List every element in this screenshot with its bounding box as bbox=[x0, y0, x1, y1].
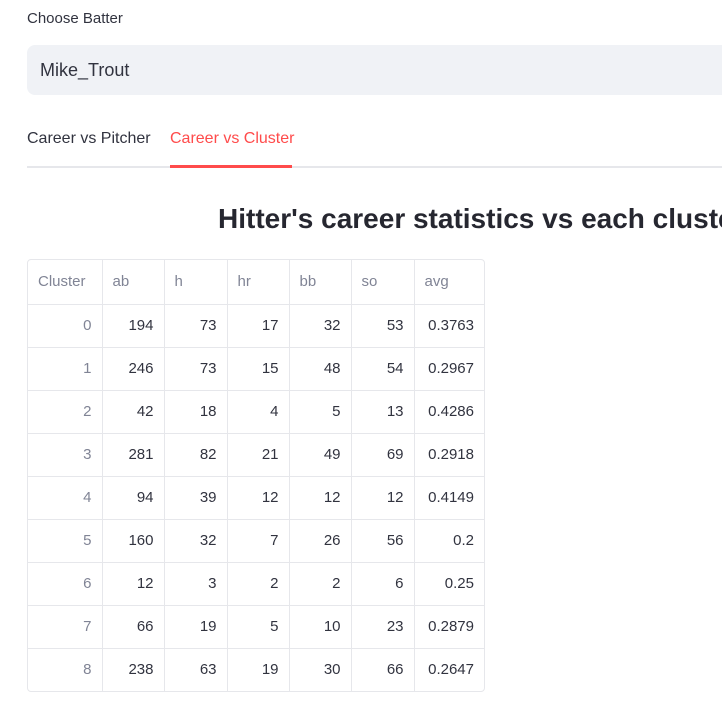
cell-so[interactable]: 54 bbox=[351, 347, 415, 391]
batter-select-label: Choose Batter bbox=[27, 10, 123, 27]
stats-table[interactable]: Cluster ab h hr bb so avg 0 194 73 17 32 53 0.… bbox=[27, 259, 485, 692]
cell-so[interactable]: 13 bbox=[351, 390, 415, 434]
cell-bb[interactable]: 12 bbox=[289, 476, 352, 520]
cell-ab[interactable]: 42 bbox=[102, 390, 165, 434]
table-row: 5 160 32 7 26 56 0.2 bbox=[28, 519, 484, 563]
cell-bb[interactable]: 10 bbox=[289, 605, 352, 649]
cell-bb[interactable]: 49 bbox=[289, 433, 352, 477]
tab-bar-divider bbox=[27, 166, 722, 168]
cell-h[interactable]: 73 bbox=[164, 347, 228, 391]
active-tab-indicator bbox=[170, 165, 292, 168]
cell-hr[interactable]: 21 bbox=[227, 433, 290, 477]
cell-hr[interactable]: 2 bbox=[227, 562, 290, 606]
cell-hr[interactable]: 5 bbox=[227, 605, 290, 649]
page-heading: Hitter's career statistics vs each clust… bbox=[218, 203, 722, 234]
column-header-cluster[interactable]: Cluster bbox=[28, 260, 103, 305]
cell-h[interactable]: 63 bbox=[164, 648, 228, 691]
cell-so[interactable]: 66 bbox=[351, 648, 415, 691]
cell-hr[interactable]: 7 bbox=[227, 519, 290, 563]
batter-select[interactable]: Mike_Trout bbox=[27, 45, 722, 95]
cell-ab[interactable]: 281 bbox=[102, 433, 165, 477]
column-header-ab[interactable]: ab bbox=[102, 260, 165, 305]
cell-cluster[interactable]: 7 bbox=[28, 605, 103, 649]
cell-so[interactable]: 23 bbox=[351, 605, 415, 649]
cell-h[interactable]: 73 bbox=[164, 304, 228, 348]
cell-h[interactable]: 39 bbox=[164, 476, 228, 520]
cell-ab[interactable]: 246 bbox=[102, 347, 165, 391]
table-row: 3 281 82 21 49 69 0.2918 bbox=[28, 433, 484, 477]
cell-avg[interactable]: 0.2879 bbox=[414, 605, 484, 649]
tab-career-vs-pitcher[interactable]: Career vs Pitcher bbox=[27, 130, 151, 148]
cell-hr[interactable]: 4 bbox=[227, 390, 290, 434]
cell-bb[interactable]: 26 bbox=[289, 519, 352, 563]
cell-hr[interactable]: 12 bbox=[227, 476, 290, 520]
table-row: 4 94 39 12 12 12 0.4149 bbox=[28, 476, 484, 520]
cell-cluster[interactable]: 2 bbox=[28, 390, 103, 434]
column-header-so[interactable]: so bbox=[351, 260, 415, 305]
cell-hr[interactable]: 17 bbox=[227, 304, 290, 348]
table-row: 1 246 73 15 48 54 0.2967 bbox=[28, 347, 484, 391]
cell-avg[interactable]: 0.2918 bbox=[414, 433, 484, 477]
cell-ab[interactable]: 160 bbox=[102, 519, 165, 563]
table-header-row: Cluster ab h hr bb so avg bbox=[28, 260, 484, 305]
table-row: 2 42 18 4 5 13 0.4286 bbox=[28, 390, 484, 434]
cell-h[interactable]: 32 bbox=[164, 519, 228, 563]
cell-so[interactable]: 69 bbox=[351, 433, 415, 477]
table-row: 7 66 19 5 10 23 0.2879 bbox=[28, 605, 484, 649]
tab-bar: Career vs Pitcher Career vs Cluster bbox=[27, 118, 722, 168]
cell-h[interactable]: 19 bbox=[164, 605, 228, 649]
cell-h[interactable]: 3 bbox=[164, 562, 228, 606]
column-header-hr[interactable]: hr bbox=[227, 260, 290, 305]
cell-bb[interactable]: 2 bbox=[289, 562, 352, 606]
cell-ab[interactable]: 66 bbox=[102, 605, 165, 649]
cell-cluster[interactable]: 5 bbox=[28, 519, 103, 563]
cell-so[interactable]: 53 bbox=[351, 304, 415, 348]
cell-avg[interactable]: 0.2 bbox=[414, 519, 484, 563]
batter-select-value: Mike_Trout bbox=[40, 59, 130, 80]
cell-ab[interactable]: 194 bbox=[102, 304, 165, 348]
cell-avg[interactable]: 0.4286 bbox=[414, 390, 484, 434]
cell-hr[interactable]: 19 bbox=[227, 648, 290, 691]
tab-career-vs-cluster[interactable]: Career vs Cluster bbox=[170, 130, 294, 148]
cell-cluster[interactable]: 4 bbox=[28, 476, 103, 520]
cell-so[interactable]: 6 bbox=[351, 562, 415, 606]
column-header-avg[interactable]: avg bbox=[414, 260, 484, 305]
table-body: 0 194 73 17 32 53 0.3763 1 246 73 15 48 54 0.2967 2 42 1… bbox=[28, 304, 484, 691]
cell-so[interactable]: 56 bbox=[351, 519, 415, 563]
cell-cluster[interactable]: 0 bbox=[28, 304, 103, 348]
cell-h[interactable]: 18 bbox=[164, 390, 228, 434]
cell-h[interactable]: 82 bbox=[164, 433, 228, 477]
cell-ab[interactable]: 94 bbox=[102, 476, 165, 520]
column-header-bb[interactable]: bb bbox=[289, 260, 352, 305]
cell-ab[interactable]: 238 bbox=[102, 648, 165, 691]
cell-bb[interactable]: 5 bbox=[289, 390, 352, 434]
table-row: 8 238 63 19 30 66 0.2647 bbox=[28, 648, 484, 691]
cell-bb[interactable]: 30 bbox=[289, 648, 352, 691]
cell-avg[interactable]: 0.2647 bbox=[414, 648, 484, 691]
cell-cluster[interactable]: 8 bbox=[28, 648, 103, 691]
cell-hr[interactable]: 15 bbox=[227, 347, 290, 391]
cell-avg[interactable]: 0.4149 bbox=[414, 476, 484, 520]
cell-avg[interactable]: 0.25 bbox=[414, 562, 484, 606]
cell-ab[interactable]: 12 bbox=[102, 562, 165, 606]
table-row: 6 12 3 2 2 6 0.25 bbox=[28, 562, 484, 606]
cell-so[interactable]: 12 bbox=[351, 476, 415, 520]
cell-bb[interactable]: 48 bbox=[289, 347, 352, 391]
cell-avg[interactable]: 0.2967 bbox=[414, 347, 484, 391]
cell-bb[interactable]: 32 bbox=[289, 304, 352, 348]
cell-cluster[interactable]: 3 bbox=[28, 433, 103, 477]
cell-cluster[interactable]: 6 bbox=[28, 562, 103, 606]
table-row: 0 194 73 17 32 53 0.3763 bbox=[28, 304, 484, 348]
cell-avg[interactable]: 0.3763 bbox=[414, 304, 484, 348]
cell-cluster[interactable]: 1 bbox=[28, 347, 103, 391]
app-page: Choose Batter Mike_Trout Career vs Pitch… bbox=[0, 0, 722, 706]
column-header-h[interactable]: h bbox=[164, 260, 228, 305]
